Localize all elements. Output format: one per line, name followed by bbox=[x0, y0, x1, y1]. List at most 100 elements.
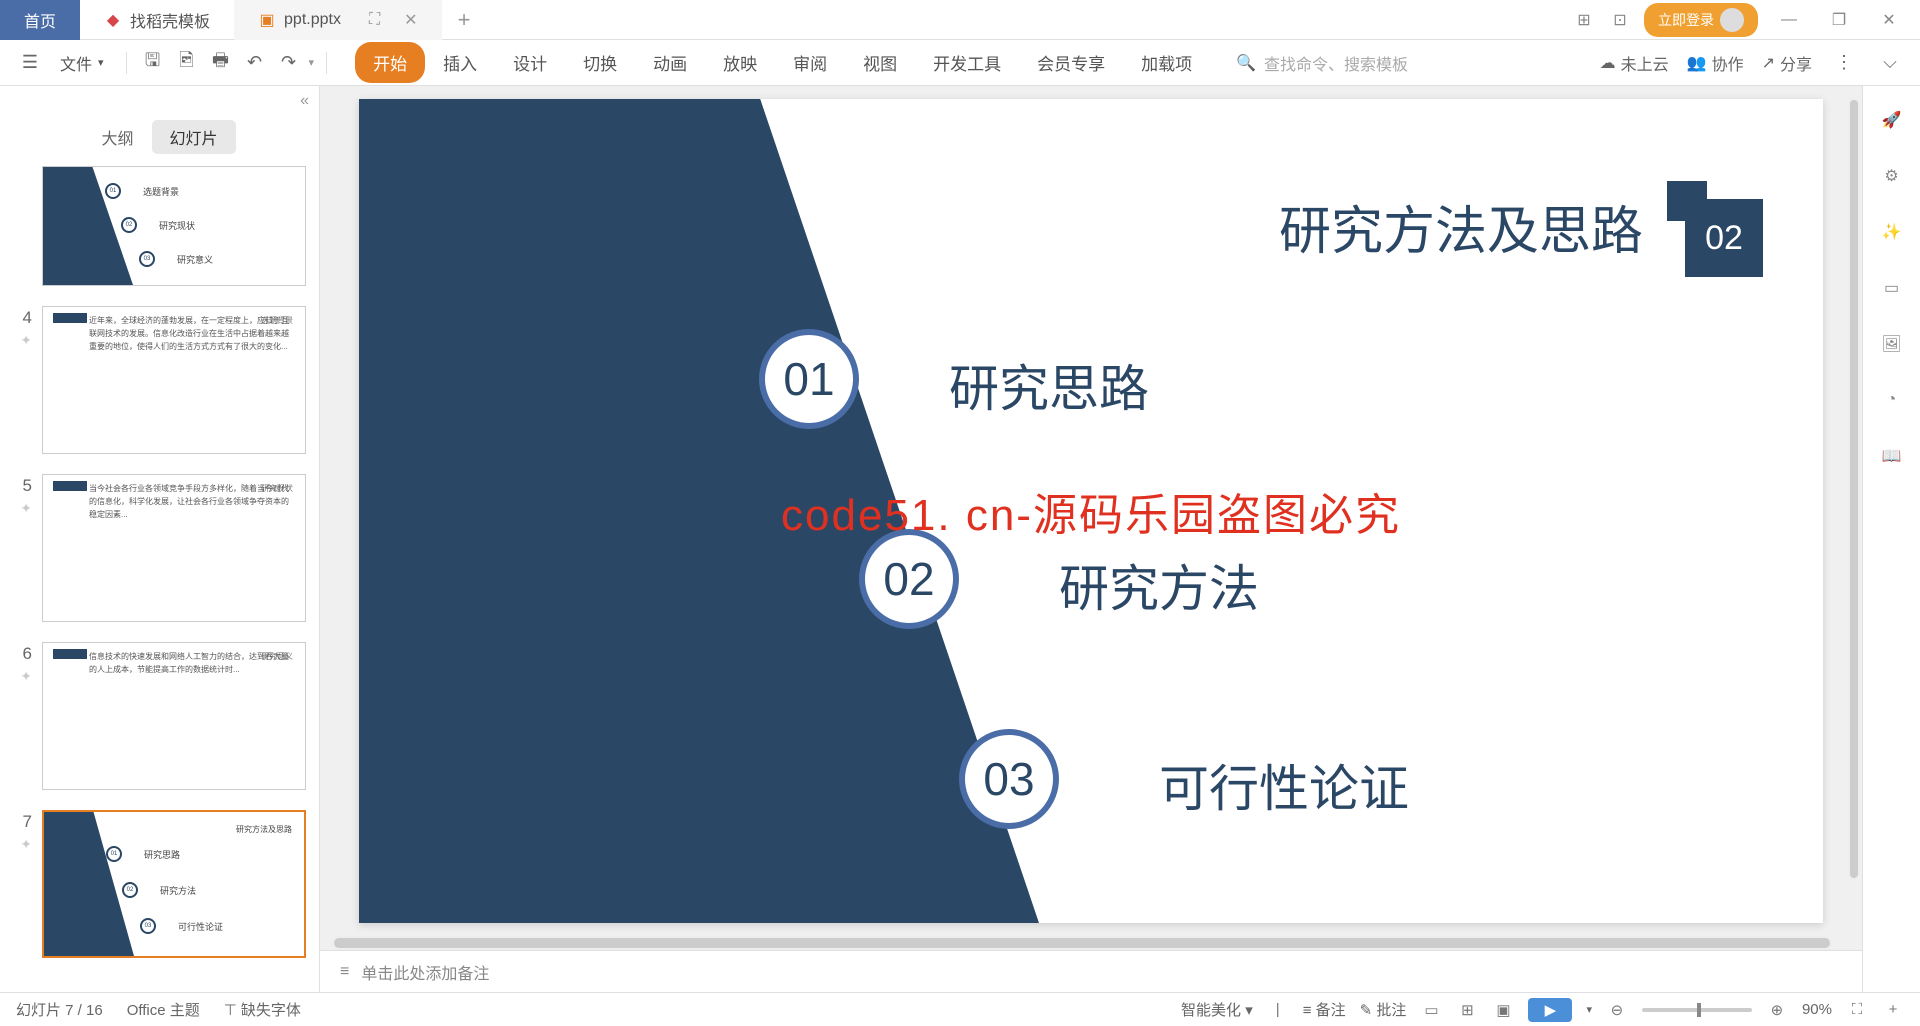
thumb-number: 6 bbox=[12, 642, 32, 664]
slide-thumbnail[interactable]: 01 选题背景 02 研究现状 03 研究意义 bbox=[42, 166, 306, 286]
beautify-button[interactable]: 智能美化 ▾ bbox=[1181, 999, 1253, 1020]
settings-icon[interactable]: ⚙ bbox=[1878, 162, 1906, 190]
close-icon[interactable]: ✕ bbox=[404, 10, 417, 30]
ribbon-tab-insert[interactable]: 插入 bbox=[425, 42, 495, 83]
thumbnail-list[interactable]: 01 选题背景 02 研究现状 03 研究意义 4✦ 选题背景 近年来，全球经济… bbox=[0, 166, 319, 992]
menu-icon[interactable]: ☰ bbox=[16, 49, 44, 77]
item-number-3[interactable]: 03 bbox=[959, 729, 1059, 829]
minimize-icon[interactable]: ― bbox=[1770, 6, 1808, 34]
star-icon: ✦ bbox=[20, 836, 32, 853]
thumb-number: 5 bbox=[12, 474, 32, 496]
ribbon-tab-transition[interactable]: 切换 bbox=[565, 42, 635, 83]
panel-tab-outline[interactable]: 大纲 bbox=[83, 120, 151, 154]
file-menu[interactable]: 文件 ▾ bbox=[50, 51, 114, 75]
tab-templates[interactable]: ◆ 找稻壳模板 bbox=[80, 0, 234, 40]
tab-home[interactable]: 首页 bbox=[0, 0, 80, 40]
notes-area[interactable]: ≡ 单击此处添加备注 bbox=[320, 950, 1862, 992]
redo-icon[interactable]: ↷ bbox=[275, 49, 303, 77]
slide-thumbnail[interactable]: 研究现状 当今社会各行业各领域竞争手段方多样化，随着当今时代的信息化，科学化发展… bbox=[42, 474, 306, 622]
collapse-panel-icon[interactable]: « bbox=[0, 86, 319, 116]
add-tab-button[interactable]: + bbox=[442, 7, 487, 33]
save-icon[interactable]: 🖫 bbox=[139, 49, 167, 77]
layers-icon[interactable]: ▭ bbox=[1878, 274, 1906, 302]
item-text-3[interactable]: 可行性论证 bbox=[1159, 749, 1409, 821]
toolbar: ☰ 文件 ▾ 🖫 🖻 🖶 ↶ ↷ ▾ 开始 插入 设计 切换 动画 放映 审阅 … bbox=[0, 40, 1920, 86]
zoom-level[interactable]: 90% bbox=[1802, 1001, 1832, 1018]
collapse-ribbon-icon[interactable]: ⌵ bbox=[1876, 49, 1904, 77]
item-text-1[interactable]: 研究思路 bbox=[949, 349, 1149, 421]
ribbon-tab-addins[interactable]: 加载项 bbox=[1123, 42, 1210, 83]
slide-thumbnail[interactable]: 选题背景 近年来，全球经济的蓬勃发展，在一定程度上，应归于互联网技术的发展。信息… bbox=[42, 306, 306, 454]
share-button[interactable]: ↗分享 bbox=[1762, 51, 1812, 75]
star-icon: ✦ bbox=[20, 332, 32, 349]
reading-view-icon[interactable]: ▣ bbox=[1492, 999, 1514, 1021]
add-slide-button[interactable]: + bbox=[12, 978, 307, 992]
presentation-mode-icon[interactable]: ⛶ bbox=[369, 11, 380, 29]
missing-font-warning[interactable]: ⊤缺失字体 bbox=[224, 999, 301, 1020]
notes-placeholder: 单击此处添加备注 bbox=[361, 960, 489, 984]
notes-icon: ≡ bbox=[340, 963, 349, 981]
zoom-out-icon[interactable]: ⊖ bbox=[1606, 999, 1628, 1021]
close-window-icon[interactable]: ✕ bbox=[1870, 6, 1908, 34]
book-icon[interactable]: 📖 bbox=[1878, 442, 1906, 470]
window-layout-icon[interactable]: ⊞ bbox=[1572, 8, 1596, 32]
ribbon-tab-animation[interactable]: 动画 bbox=[635, 42, 705, 83]
tab-label: ppt.pptx bbox=[284, 11, 341, 29]
ribbon-tab-review[interactable]: 审阅 bbox=[775, 42, 845, 83]
item-number-2[interactable]: 02 bbox=[859, 529, 959, 629]
ribbon-tab-member[interactable]: 会员专享 bbox=[1019, 42, 1123, 83]
panel-tab-slides[interactable]: 幻灯片 bbox=[152, 120, 236, 154]
ribbon-tab-design[interactable]: 设计 bbox=[495, 42, 565, 83]
item-text-2[interactable]: 研究方法 bbox=[1059, 549, 1259, 621]
ribbon-tabs: 开始 插入 设计 切换 动画 放映 审阅 视图 开发工具 会员专享 加载项 bbox=[355, 42, 1210, 83]
collab-icon: 👥 bbox=[1687, 53, 1707, 73]
sorter-view-icon[interactable]: ⊞ bbox=[1456, 999, 1478, 1021]
vertical-scrollbar[interactable] bbox=[1848, 98, 1860, 880]
thumb-number: 7 bbox=[12, 810, 32, 832]
more-icon[interactable]: ⋮ bbox=[1830, 49, 1858, 77]
comments-toggle[interactable]: ✎ 批注 bbox=[1360, 999, 1407, 1020]
zoom-slider[interactable] bbox=[1642, 1008, 1752, 1012]
print-icon[interactable]: 🖶 bbox=[207, 49, 235, 77]
theme-name[interactable]: Office 主题 bbox=[127, 999, 200, 1020]
normal-view-icon[interactable]: ▭ bbox=[1420, 999, 1442, 1021]
slide-thumbnail[interactable]: 研究意义 信息技术的快速发展和网络人工智力的结合，达到吞大量的人上成本，节能提高… bbox=[42, 642, 306, 790]
ribbon-tab-start[interactable]: 开始 bbox=[355, 42, 425, 83]
fit-icon[interactable]: ⛶ bbox=[1846, 999, 1868, 1021]
chevron-down-icon[interactable]: ▾ bbox=[1586, 1003, 1592, 1016]
maximize-icon[interactable]: ❐ bbox=[1820, 6, 1858, 34]
export-icon[interactable]: 🖻 bbox=[173, 49, 201, 77]
ppt-icon: ▣ bbox=[258, 11, 276, 29]
image-icon[interactable]: 🖼 bbox=[1878, 330, 1906, 358]
ribbon-tab-view[interactable]: 视图 bbox=[845, 42, 915, 83]
slideshow-button[interactable]: ▶ bbox=[1528, 998, 1572, 1022]
tab-document[interactable]: ▣ ppt.pptx ⛶ ✕ bbox=[234, 0, 442, 40]
undo-icon[interactable]: ↶ bbox=[241, 49, 269, 77]
more-status-icon[interactable]: + bbox=[1882, 999, 1904, 1021]
apps-icon[interactable]: ⊡ bbox=[1608, 8, 1632, 32]
star-icon: ✦ bbox=[20, 500, 32, 517]
collab-button[interactable]: 👥协作 bbox=[1687, 51, 1744, 75]
circle-icon[interactable]: ◔ bbox=[1878, 386, 1906, 414]
zoom-in-icon[interactable]: ⊕ bbox=[1766, 999, 1788, 1021]
cloud-status[interactable]: ☁未上云 bbox=[1600, 51, 1669, 75]
slide-editor: 研究方法及思路 02 01 研究思路 02 研究方法 03 可行性论证 code… bbox=[320, 86, 1862, 992]
chevron-down-icon[interactable]: ▾ bbox=[309, 56, 315, 69]
search-box[interactable]: 🔍 查找命令、搜索模板 bbox=[1236, 51, 1408, 75]
horizontal-scrollbar[interactable] bbox=[332, 936, 1832, 950]
login-button[interactable]: 立即登录 bbox=[1644, 3, 1758, 37]
slide-thumbnail-active[interactable]: 研究方法及思路 01 研究思路 02 研究方法 03 可行性论证 bbox=[42, 810, 306, 958]
sep-icon: | bbox=[1267, 999, 1289, 1021]
template-icon: ◆ bbox=[104, 11, 122, 29]
rocket-icon[interactable]: 🚀 bbox=[1878, 106, 1906, 134]
item-number-1[interactable]: 01 bbox=[759, 329, 859, 429]
ribbon-tab-devtools[interactable]: 开发工具 bbox=[915, 42, 1019, 83]
sparkle-icon[interactable]: ✨ bbox=[1878, 218, 1906, 246]
slide-badge[interactable]: 02 bbox=[1685, 199, 1763, 277]
slide-title[interactable]: 研究方法及思路 bbox=[1279, 189, 1643, 264]
ribbon-tab-slideshow[interactable]: 放映 bbox=[705, 42, 775, 83]
slide-canvas[interactable]: 研究方法及思路 02 01 研究思路 02 研究方法 03 可行性论证 code… bbox=[320, 86, 1862, 936]
notes-toggle[interactable]: ≡ 备注 bbox=[1303, 999, 1346, 1020]
main-area: « 大纲 幻灯片 01 选题背景 02 研究现状 03 研究意义 bbox=[0, 86, 1920, 992]
search-placeholder: 查找命令、搜索模板 bbox=[1264, 51, 1408, 75]
